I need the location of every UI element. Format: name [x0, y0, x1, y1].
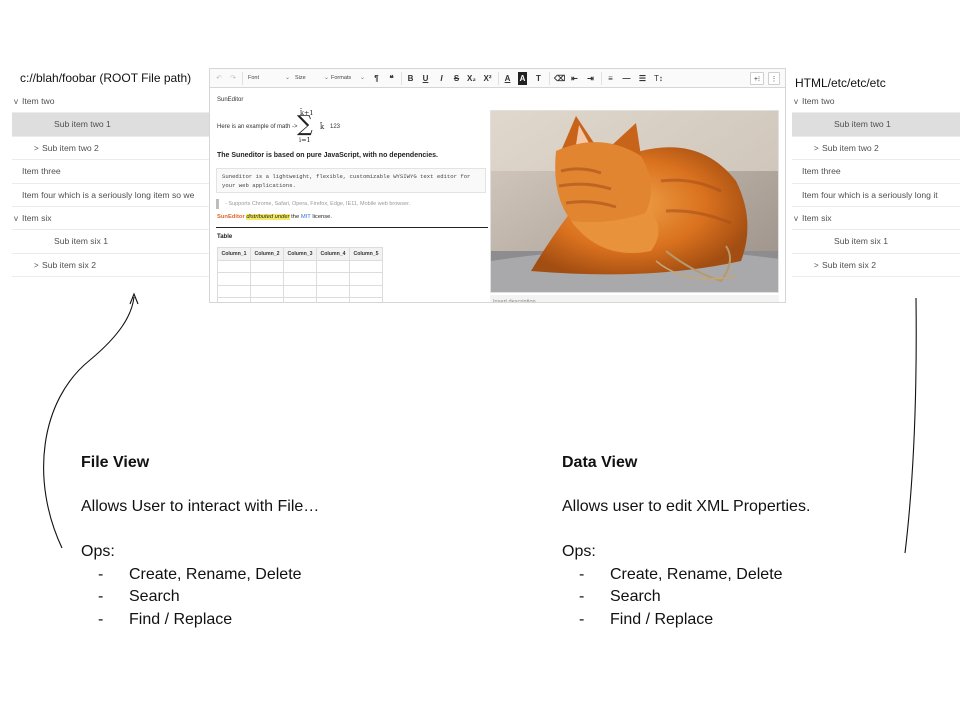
file-view-description: Allows User to interact with File… — [81, 498, 320, 515]
bullet-dash: - — [98, 588, 104, 606]
bullet-dash: - — [98, 566, 104, 583]
op-label: Find / Replace — [129, 610, 233, 628]
bullet-dash: - — [579, 588, 585, 606]
file-view-ops-list: - Create, Rename, Delete - Search - Find / … — [81, 564, 302, 631]
list-item: - Find / Replace — [81, 609, 302, 631]
bullet-dash: - — [579, 610, 585, 628]
data-view-ops-title: Ops: — [562, 543, 596, 560]
bullet-dash: - — [98, 610, 104, 628]
data-view-ops-list: - Create, Rename, Delete - Search - Find / … — [562, 564, 783, 631]
data-view-title: Data View — [562, 454, 638, 471]
bullet-dash: - — [579, 566, 585, 583]
list-item: - Search — [81, 586, 302, 608]
list-item: - Create, Rename, Delete — [81, 564, 302, 586]
op-label: Create, Rename, Delete — [610, 566, 783, 583]
data-view-description: Allows user to edit XML Properties. — [562, 498, 811, 515]
file-view-title: File View — [81, 454, 150, 471]
list-item: - Search — [562, 586, 783, 608]
list-item: - Find / Replace — [562, 609, 783, 631]
op-label: Find / Replace — [610, 610, 714, 628]
op-label: Search — [610, 588, 661, 606]
op-label: Search — [129, 588, 180, 606]
list-item: - Create, Rename, Delete — [562, 564, 783, 586]
file-view-ops-title: Ops: — [81, 543, 115, 560]
op-label: Create, Rename, Delete — [129, 566, 302, 583]
